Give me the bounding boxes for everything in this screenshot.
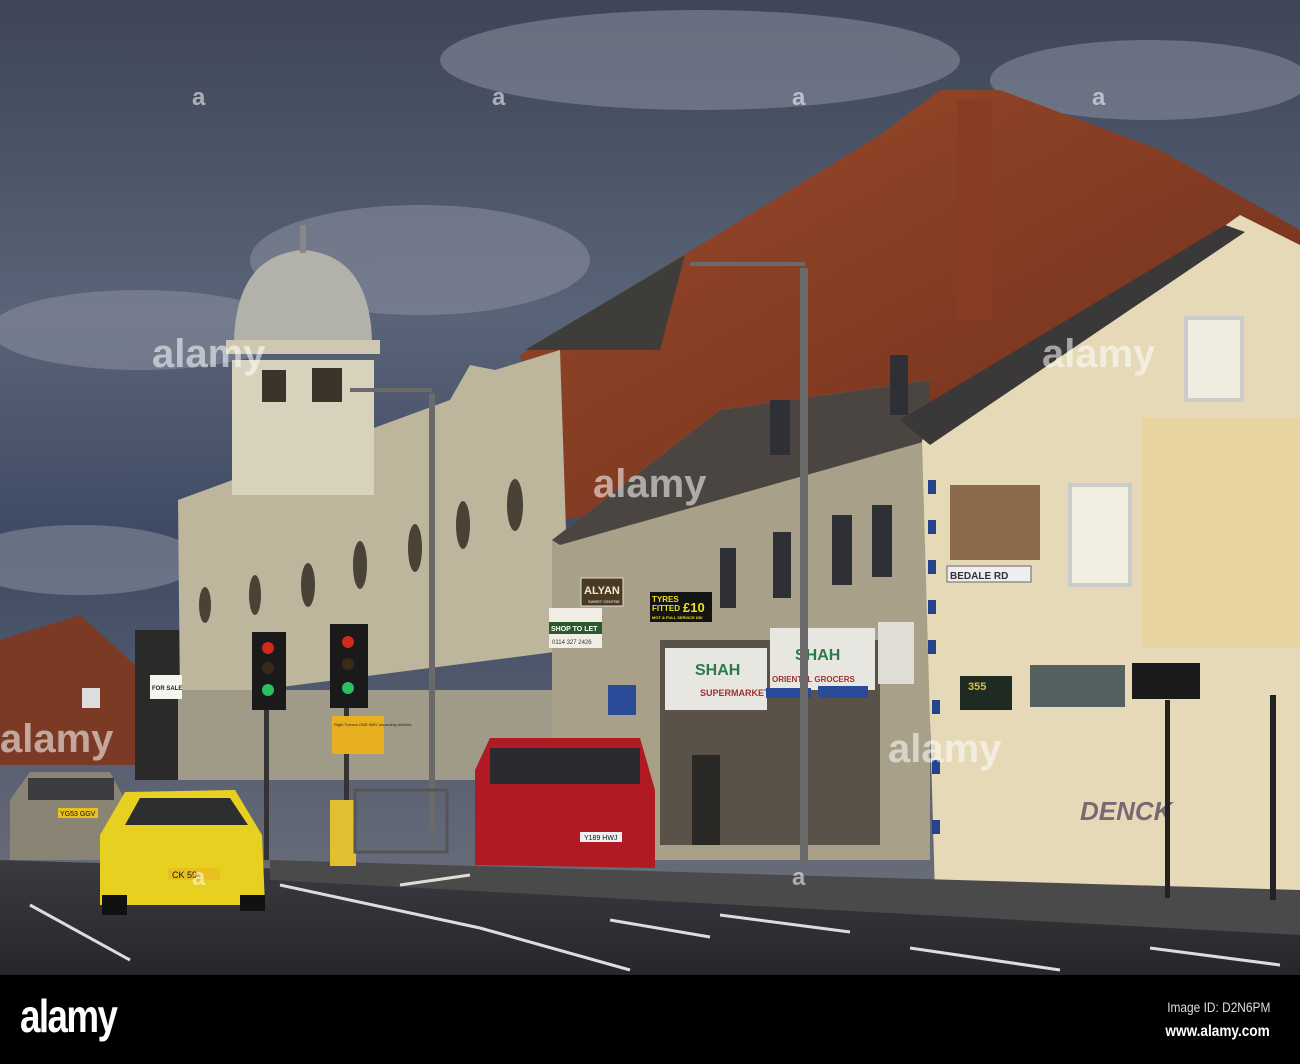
shah-sign-text: SHAH <box>695 662 740 679</box>
shah-supermarket-fascia <box>665 648 767 710</box>
svg-text:alamy: alamy <box>152 332 266 376</box>
van-plate: Y189 HWJ <box>584 835 617 842</box>
footer-bar: alamy Image ID: D2N6PM www.alamy.com <box>0 975 1300 1064</box>
chimney <box>957 100 992 320</box>
directional-sign <box>1132 663 1200 699</box>
svg-text:a: a <box>492 84 506 111</box>
site-url[interactable]: www.alamy.com <box>1166 1023 1270 1041</box>
oriental-grocers-text: ORIENTAL GROCERS <box>772 675 855 684</box>
svg-text:a: a <box>192 864 206 891</box>
svg-text:alamy: alamy <box>593 462 707 506</box>
svg-text:alamy: alamy <box>1042 332 1156 376</box>
shop-to-let-phone: 0114 327 2426 <box>552 640 592 646</box>
yellow-car: CK 59 <box>100 790 265 915</box>
alyan-sub-text: SWEET CENTRE <box>588 599 620 604</box>
street-name-sign: BEDALE RD <box>950 571 1008 582</box>
svg-text:alamy: alamy <box>888 727 1002 771</box>
supermarket-sign-text: SUPERMARKET <box>700 688 770 698</box>
fitted-text: FITTED <box>652 604 680 613</box>
for-sale-text: FOR SALE <box>152 686 182 692</box>
graffiti: DENCK <box>1080 796 1175 826</box>
street-photo: BEDALE RD 355 DENCK SHAH SUPERMARKET SHA… <box>0 0 1300 975</box>
alyan-text: ALYAN <box>584 585 620 597</box>
tree <box>135 630 180 780</box>
bollard <box>330 800 356 866</box>
shop-to-let-text: SHOP TO LET <box>551 626 598 633</box>
red-van: Y189 HWJ <box>475 738 655 868</box>
svg-text:alamy: alamy <box>0 717 114 761</box>
small-shop-sign: 355 <box>968 681 986 693</box>
tyres-text: TYRES <box>652 595 679 604</box>
image-id: Image ID: D2N6PM <box>1166 999 1270 1015</box>
boarded-window <box>950 485 1040 560</box>
one-way-text: Right Turners ONE WAY oncoming vehicles <box>334 722 412 727</box>
svg-text:a: a <box>792 84 806 111</box>
alamy-logo[interactable]: alamy <box>20 989 118 1043</box>
tyres-price-text: £10 <box>683 600 705 615</box>
svg-text:a: a <box>192 84 206 111</box>
svg-text:a: a <box>792 864 806 891</box>
mot-text: MOT & FULL SERVICE £50 <box>652 615 703 620</box>
silver-car-plate: YG53 GGV <box>60 811 96 818</box>
pedestrian <box>692 755 720 845</box>
svg-text:a: a <box>1092 84 1106 111</box>
